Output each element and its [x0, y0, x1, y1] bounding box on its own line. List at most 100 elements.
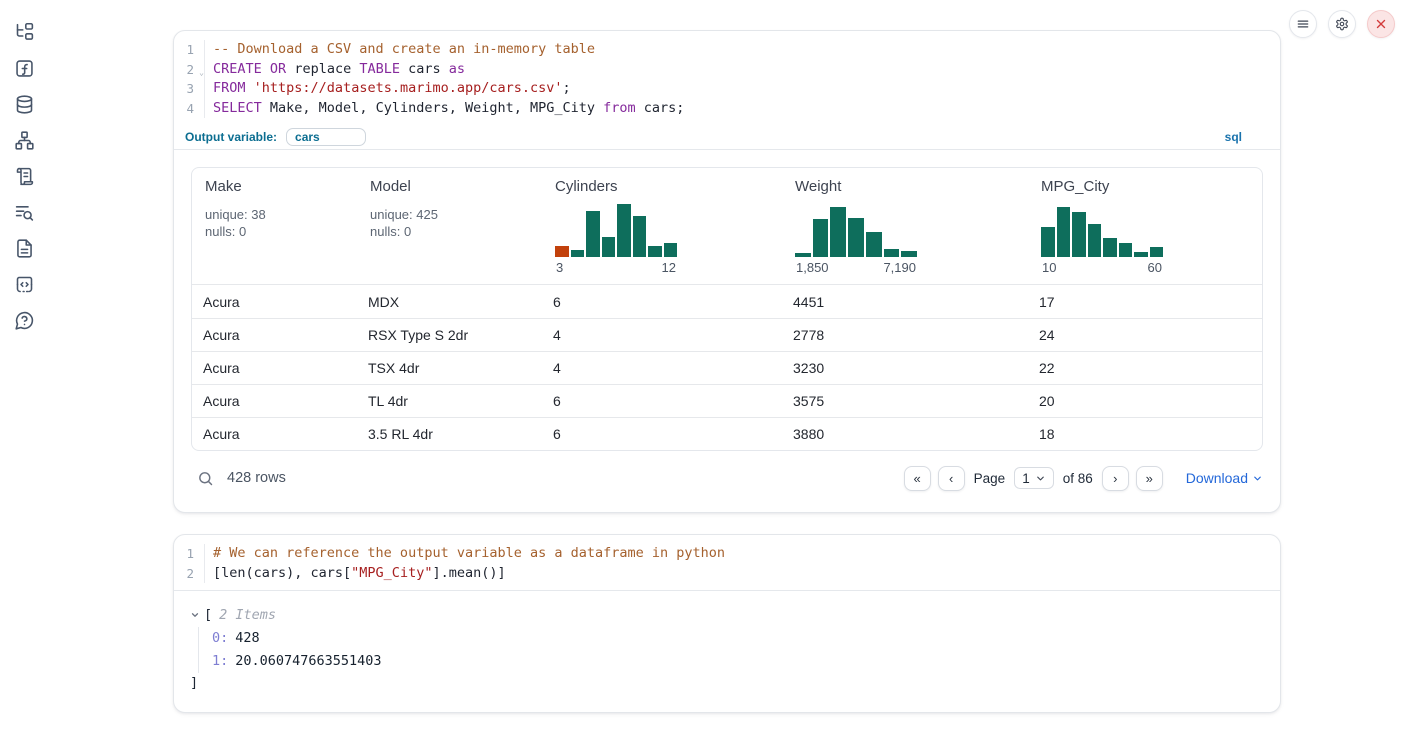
- tree-entry: 1:20.060747663551403: [212, 650, 1264, 673]
- histogram-bar[interactable]: [866, 232, 882, 257]
- code-token: Make, Model, Cylinders, Weight, MPG_City: [262, 100, 603, 116]
- file-tree-icon[interactable]: [13, 21, 36, 44]
- histogram-bar[interactable]: [830, 207, 846, 257]
- table-cell: 4: [542, 360, 782, 376]
- code-token: cars: [400, 61, 449, 77]
- histogram-bar[interactable]: [1119, 243, 1133, 257]
- sql-code-editor[interactable]: 1-- Download a CSV and create an in-memo…: [174, 31, 1280, 124]
- pagination: « ‹ Page 1 of 86 › » Download: [904, 466, 1263, 491]
- download-button[interactable]: Download: [1186, 470, 1263, 486]
- histogram-bar[interactable]: [602, 237, 616, 257]
- stat-line: nulls: 0: [370, 224, 532, 241]
- dependency-graph-icon[interactable]: [13, 129, 36, 152]
- tree-entry: 0:428: [212, 627, 1264, 650]
- python-cell-output: [ 2 Items 0:4281:20.060747663551403 ]: [174, 591, 1280, 712]
- histogram-bar[interactable]: [848, 218, 864, 257]
- next-page-button[interactable]: ›: [1102, 466, 1129, 491]
- database-icon[interactable]: [13, 93, 36, 116]
- code-square-icon[interactable]: [13, 273, 36, 296]
- histogram-bar[interactable]: [633, 216, 647, 257]
- histogram-bar[interactable]: [586, 211, 600, 257]
- histogram-bar[interactable]: [1057, 207, 1071, 257]
- column-label: MPG_City: [1041, 178, 1252, 195]
- histogram-bar[interactable]: [1041, 227, 1055, 257]
- code-token: ;: [563, 80, 571, 96]
- histogram-bar[interactable]: [664, 243, 678, 257]
- page-select[interactable]: 1: [1014, 467, 1054, 489]
- column-histogram: 312: [555, 204, 677, 275]
- settings-button[interactable]: [1328, 10, 1356, 38]
- code-token: "MPG_City": [351, 565, 432, 581]
- code-text[interactable]: CREATE OR replace TABLE cars as: [205, 60, 465, 80]
- code-text[interactable]: # We can reference the output variable a…: [205, 544, 725, 564]
- sidebar: [0, 0, 48, 729]
- list-search-icon[interactable]: [13, 201, 36, 224]
- column-header-model: Model unique: 425nulls: 0: [357, 168, 542, 284]
- column-label: Cylinders: [555, 178, 772, 195]
- function-square-icon[interactable]: [13, 57, 36, 80]
- code-token: cars;: [636, 100, 685, 116]
- histogram-bar[interactable]: [1072, 212, 1086, 257]
- histogram-bar[interactable]: [884, 249, 900, 257]
- table-cell: 3880: [782, 426, 1028, 442]
- histogram-bar[interactable]: [1088, 224, 1102, 257]
- column-label: Weight: [795, 178, 1018, 195]
- close-icon: [1374, 17, 1388, 31]
- column-histogram: 1060: [1041, 204, 1163, 275]
- line-number: 4: [174, 99, 205, 119]
- histogram-bar[interactable]: [555, 246, 569, 257]
- line-number: 3: [174, 79, 205, 99]
- tree-entry-key: 0:: [212, 630, 228, 646]
- histogram-bar[interactable]: [795, 253, 811, 257]
- table-cell: 6: [542, 426, 782, 442]
- row-count: 428 rows: [227, 470, 286, 486]
- table-cell: RSX Type S 2dr: [357, 327, 542, 343]
- code-text[interactable]: FROM 'https://datasets.marimo.app/cars.c…: [205, 79, 571, 99]
- output-variable-row: Output variable: sql: [174, 124, 1280, 150]
- histogram-bar[interactable]: [813, 219, 829, 257]
- code-text[interactable]: -- Download a CSV and create an in-memor…: [205, 40, 595, 60]
- code-token: [len(cars), cars[: [213, 565, 351, 581]
- chevron-right-icon: ›: [1113, 471, 1117, 486]
- stat-line: unique: 425: [370, 207, 532, 224]
- histogram-bar[interactable]: [1103, 238, 1117, 257]
- table-cell: Acura: [192, 426, 357, 442]
- code-token: # We can reference the output variable a…: [213, 545, 725, 561]
- stat-line: unique: 38: [205, 207, 347, 224]
- histogram-bar[interactable]: [571, 250, 585, 257]
- tree-entry-value: 20.060747663551403: [235, 653, 381, 669]
- page-label: Page: [974, 471, 1006, 486]
- histogram-range: 1060: [1041, 260, 1163, 275]
- histogram-bar[interactable]: [1134, 252, 1148, 257]
- close-bracket: ]: [190, 673, 1264, 694]
- histogram-min-label: 10: [1042, 260, 1056, 275]
- histogram-bar[interactable]: [617, 204, 631, 257]
- help-circle-icon[interactable]: [13, 309, 36, 332]
- file-text-icon[interactable]: [13, 237, 36, 260]
- scroll-icon[interactable]: [13, 165, 36, 188]
- line-number: 2: [174, 564, 205, 584]
- data-table: Makeunique: 38nulls: 0Modelunique: 425nu…: [191, 167, 1263, 451]
- table-cell: 20: [1028, 393, 1262, 409]
- histogram-bar[interactable]: [648, 246, 662, 257]
- code-token: as: [449, 61, 465, 77]
- search-button[interactable]: [197, 470, 214, 487]
- previous-page-button[interactable]: ‹: [938, 466, 965, 491]
- last-page-button[interactable]: »: [1136, 466, 1163, 491]
- line-number: 1: [174, 40, 205, 60]
- tree-entries: 0:4281:20.060747663551403: [198, 627, 1264, 673]
- histogram-bar[interactable]: [901, 251, 917, 257]
- first-page-button[interactable]: «: [904, 466, 931, 491]
- column-label: Model: [370, 178, 532, 195]
- close-button[interactable]: [1367, 10, 1395, 38]
- output-variable-input[interactable]: [286, 128, 366, 146]
- python-code-editor[interactable]: 1# We can reference the output variable …: [174, 535, 1280, 591]
- code-text[interactable]: [len(cars), cars["MPG_City"].mean()]: [205, 564, 506, 584]
- collapse-chevron-icon[interactable]: [190, 610, 200, 620]
- column-stats: unique: 38nulls: 0: [205, 207, 347, 240]
- menu-button[interactable]: [1289, 10, 1317, 38]
- search-icon: [197, 470, 214, 487]
- code-text[interactable]: SELECT Make, Model, Cylinders, Weight, M…: [205, 99, 684, 119]
- sql-cell-output: Makeunique: 38nulls: 0Modelunique: 425nu…: [174, 150, 1280, 512]
- histogram-bar[interactable]: [1150, 247, 1164, 257]
